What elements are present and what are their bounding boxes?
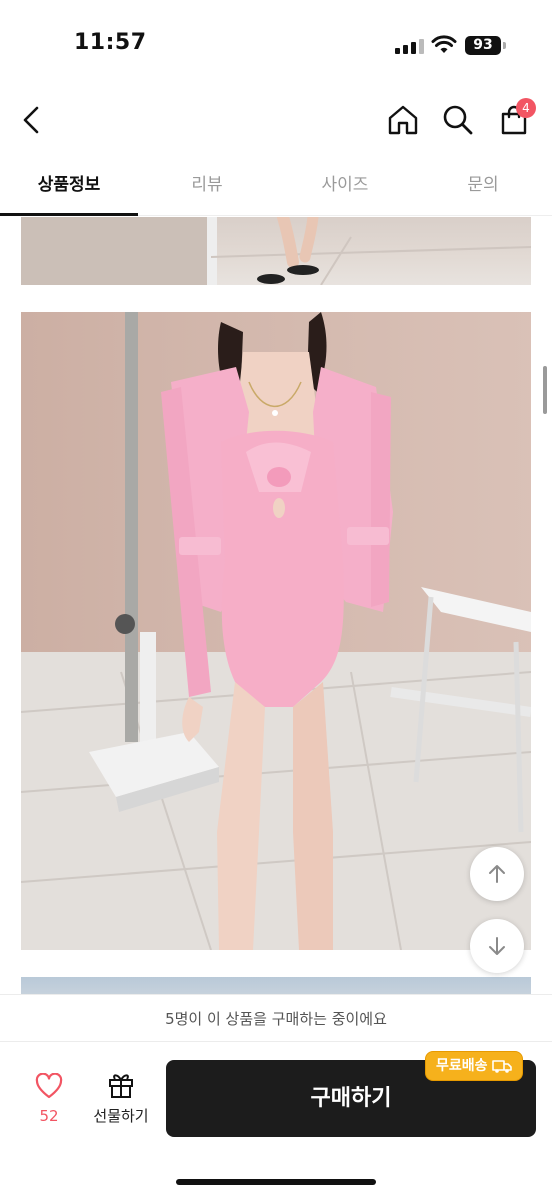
search-icon [443,105,473,135]
battery-indicator: 93 [465,36,501,55]
status-bar: 11:57 93 [0,0,552,80]
truck-icon [491,1060,512,1073]
status-time: 11:57 [74,30,147,55]
back-button[interactable] [10,98,54,142]
gift-label: 선물하기 [93,1107,149,1125]
wifi-icon [431,35,457,53]
tab-size[interactable]: 사이즈 [276,160,414,216]
bottom-action-bar: 52 선물하기 구매하기 무료배송 [0,1043,552,1200]
top-nav-bar: 4 [0,90,552,150]
tab-inquiry[interactable]: 문의 [414,160,552,216]
active-tab-indicator [0,213,138,216]
free-shipping-badge: 무료배송 [425,1051,523,1081]
home-indicator [176,1179,376,1185]
cellular-signal-icon [395,38,425,54]
tab-product-info[interactable]: 상품정보 [0,160,138,216]
product-image-partial-top [21,217,531,285]
like-button[interactable]: 52 [24,1072,74,1133]
free-shipping-label: 무료배송 [436,1058,488,1074]
product-tabs: 상품정보 리뷰 사이즈 문의 [0,160,552,216]
arrow-up-icon [489,865,505,883]
gift-button[interactable]: 선물하기 [88,1071,154,1131]
page-scrollbar[interactable] [543,366,547,414]
cart-count-badge: 4 [516,98,536,118]
tab-reviews[interactable]: 리뷰 [138,160,276,216]
arrow-down-icon [489,937,505,955]
scroll-up-button[interactable] [470,847,524,901]
like-count: 52 [39,1107,59,1125]
cart-button[interactable]: 4 [492,98,536,142]
product-image-main [21,312,531,950]
chevron-left-icon [23,106,39,134]
gift-icon [109,1074,133,1098]
search-button[interactable] [436,98,480,142]
scroll-down-button[interactable] [470,919,524,973]
purchasing-notice: 5명이 이 상품을 구매하는 중이에요 [0,994,552,1042]
home-icon [388,105,418,135]
home-button[interactable] [381,98,425,142]
product-detail-content[interactable] [0,217,552,997]
heart-icon [35,1072,63,1099]
battery-tip [503,42,506,49]
